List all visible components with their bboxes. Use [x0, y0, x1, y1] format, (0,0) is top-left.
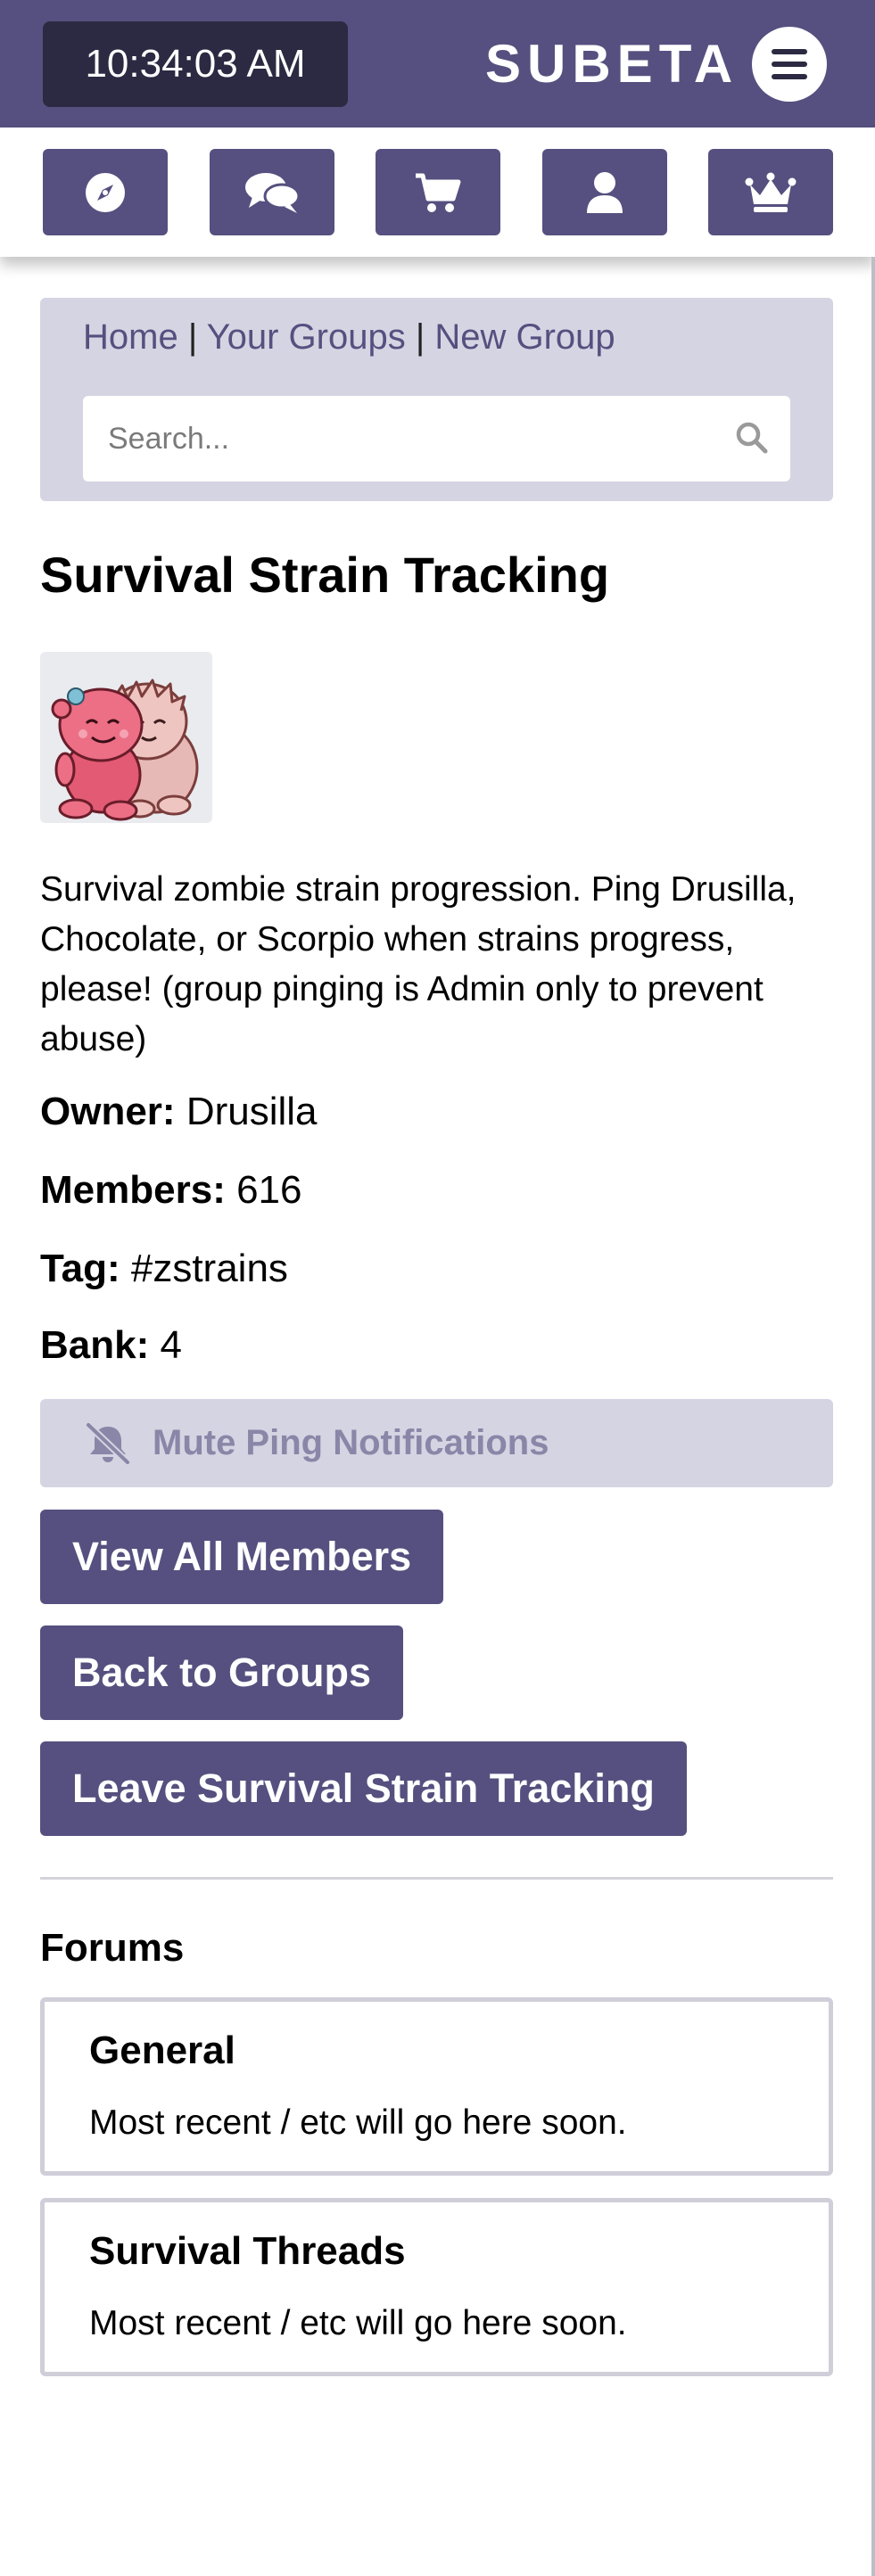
- search-icon[interactable]: [735, 421, 769, 455]
- page-title: Survival Strain Tracking: [40, 547, 610, 603]
- tag-row: Tag: #zstrains: [40, 1247, 288, 1291]
- owner-label: Owner:: [40, 1090, 176, 1133]
- premium-button[interactable]: [708, 149, 833, 235]
- breadcrumb-separator: |: [187, 317, 198, 357]
- crown-icon: [745, 172, 797, 212]
- forum-card[interactable]: General Most recent / etc will go here s…: [40, 1997, 833, 2176]
- members-row: Members: 616: [40, 1168, 302, 1213]
- hamburger-icon: [772, 49, 807, 79]
- profile-button[interactable]: [542, 149, 667, 235]
- forum-description: Most recent / etc will go here soon.: [89, 2103, 627, 2142]
- forum-card[interactable]: Survival Threads Most recent / etc will …: [40, 2198, 833, 2376]
- breadcrumb-separator: |: [415, 317, 425, 357]
- compass-icon: [86, 172, 125, 212]
- clock: 10:34:03 AM: [43, 21, 348, 107]
- scrollbar[interactable]: [871, 257, 875, 2576]
- shop-button[interactable]: [376, 149, 500, 235]
- members-value: 616: [236, 1168, 302, 1212]
- divider: [40, 1877, 833, 1880]
- tag-label: Tag:: [40, 1247, 120, 1290]
- user-icon: [587, 171, 623, 213]
- cart-icon: [416, 173, 461, 212]
- top-bar: 10:34:03 AM SUBETA: [0, 0, 875, 128]
- site-logo[interactable]: SUBETA: [485, 30, 739, 98]
- breadcrumb-home-link[interactable]: Home: [83, 317, 178, 357]
- group-description: Survival zombie strain progression. Ping…: [40, 870, 797, 1058]
- search-box: [83, 396, 790, 481]
- chat-icon: [245, 172, 301, 213]
- group-image: [40, 652, 212, 823]
- forum-name[interactable]: Survival Threads: [89, 2229, 406, 2274]
- menu-button[interactable]: [752, 27, 827, 102]
- icon-nav: [0, 128, 875, 257]
- chat-button[interactable]: [210, 149, 334, 235]
- breadcrumb-panel: Home | Your Groups | New Group: [40, 298, 833, 501]
- owner-row: Owner: Drusilla: [40, 1090, 318, 1134]
- breadcrumb-your-groups-link[interactable]: Your Groups: [207, 317, 406, 357]
- group-creatures-image: [51, 679, 199, 821]
- forums-heading: Forums: [40, 1926, 185, 1970]
- view-all-members-button[interactable]: View All Members: [40, 1510, 444, 1604]
- bank-label: Bank:: [40, 1323, 150, 1367]
- breadcrumb-new-group-link[interactable]: New Group: [434, 317, 615, 357]
- tag-value: #zstrains: [130, 1247, 288, 1290]
- search-input[interactable]: [83, 396, 725, 481]
- bank-value: 4: [160, 1323, 182, 1367]
- back-to-groups-button[interactable]: Back to Groups: [40, 1625, 404, 1720]
- bell-slash-icon: [86, 1422, 130, 1464]
- bank-row: Bank: 4: [40, 1323, 182, 1368]
- leave-group-button[interactable]: Leave Survival Strain Tracking: [40, 1741, 687, 1836]
- breadcrumb: Home | Your Groups | New Group: [83, 317, 615, 358]
- members-label: Members:: [40, 1168, 226, 1212]
- mute-ping-label: Mute Ping Notifications: [153, 1423, 549, 1462]
- owner-value: Drusilla: [186, 1090, 318, 1133]
- forum-name[interactable]: General: [89, 2029, 235, 2073]
- explore-button[interactable]: [43, 149, 168, 235]
- mute-ping-button[interactable]: Mute Ping Notifications: [40, 1399, 833, 1487]
- forum-description: Most recent / etc will go here soon.: [89, 2304, 627, 2342]
